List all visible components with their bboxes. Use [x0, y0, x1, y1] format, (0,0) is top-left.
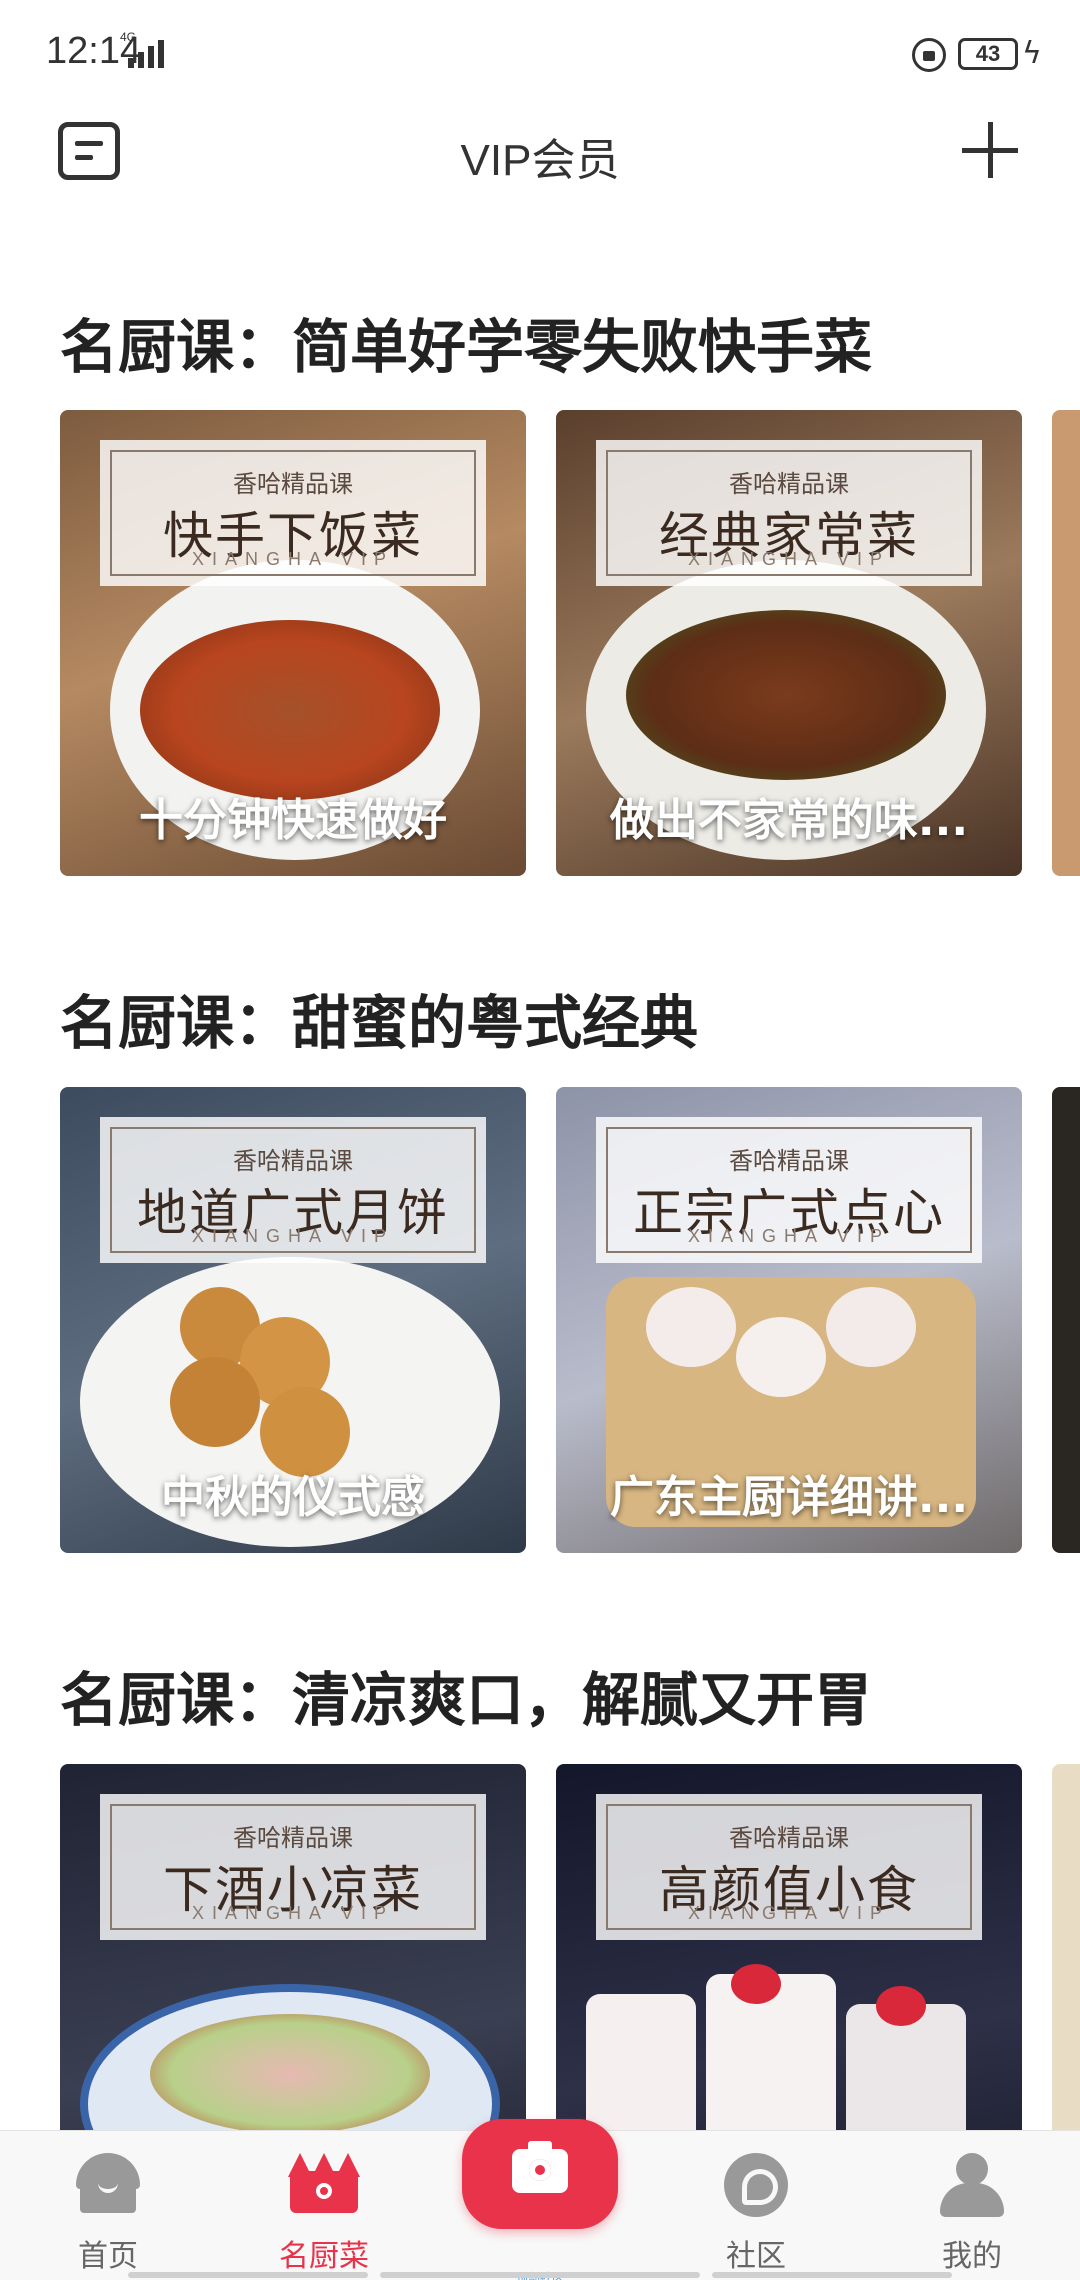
nav-item-famous-chef[interactable]: 名厨菜 [244, 2131, 404, 2280]
camera-icon [512, 2141, 568, 2193]
card-badge: 香哈精品课 [233, 1824, 353, 1852]
card-brand: XIANGHA VIP [191, 1226, 395, 1246]
crown-icon [288, 2153, 360, 2213]
rotation-lock-icon [912, 38, 946, 72]
card-badge: 香哈精品课 [233, 1147, 353, 1175]
nav-divider [380, 2272, 700, 2278]
course-row[interactable]: 香哈精品课 下酒小凉菜 XIANGHA VIP 香哈精品课 高颜值小食 XIAN… [60, 1764, 1080, 2130]
card-caption: 十分钟快速做好 [139, 795, 447, 846]
card-food [626, 610, 946, 780]
card-badge: 香哈精品课 [729, 470, 849, 498]
nav-divider [128, 2272, 368, 2278]
course-card[interactable]: 香哈精品课 地道广式月饼 XIANGHA VIP 中秋的仪式感 [60, 1087, 526, 1553]
signal-icon: 4G [120, 30, 164, 68]
card-badge: 香哈精品课 [729, 1824, 849, 1852]
bottom-nav: 首页 名厨菜 顶部社区 社区 我的 [0, 2119, 1080, 2280]
nav-item-community[interactable]: 社区 [676, 2131, 836, 2280]
card-food [646, 1287, 736, 1367]
course-card[interactable]: 香哈精品课 经典家常菜 XIANGHA VIP 做出不家常的味... [556, 410, 1022, 876]
network-type: 4G [120, 30, 137, 44]
card-brand: XIANGHA VIP [687, 549, 891, 569]
section-title: 名厨课：简单好学零失败快手菜 [60, 313, 873, 381]
card-label: 香哈精品课 高颜值小食 XIANGHA VIP [596, 1794, 982, 1940]
course-row[interactable]: 香哈精品课 地道广式月饼 XIANGHA VIP 中秋的仪式感 香哈精品课 正宗… [60, 1087, 1080, 1553]
course-card-peek[interactable] [1052, 1087, 1080, 1553]
course-card[interactable]: 香哈精品课 正宗广式点心 XIANGHA VIP 广东主厨详细讲... [556, 1087, 1022, 1553]
card-caption: 做出不家常的味... [609, 795, 969, 846]
card-brand: XIANGHA VIP [191, 549, 395, 569]
card-badge: 香哈精品课 [729, 1147, 849, 1175]
status-bar: 12:14 4G 43 ϟ [0, 0, 1080, 100]
course-card[interactable]: 香哈精品课 下酒小凉菜 XIANGHA VIP [60, 1764, 526, 2130]
profile-icon [940, 2153, 1004, 2217]
card-label: 香哈精品课 正宗广式点心 XIANGHA VIP [596, 1117, 982, 1263]
course-card[interactable]: 香哈精品课 高颜值小食 XIANGHA VIP [556, 1764, 1022, 2130]
card-label: 香哈精品课 快手下饭菜 XIANGHA VIP [100, 440, 486, 586]
community-icon [724, 2153, 788, 2217]
nav-label: 首页 [78, 2239, 138, 2274]
card-food [736, 1317, 826, 1397]
nav-item-me[interactable]: 我的 [892, 2131, 1052, 2280]
card-brand: XIANGHA VIP [687, 1226, 891, 1246]
course-card[interactable]: 香哈精品课 快手下饭菜 XIANGHA VIP 十分钟快速做好 [60, 410, 526, 876]
camera-button[interactable] [462, 2119, 618, 2229]
charging-icon: ϟ [1022, 36, 1042, 71]
nav-label: 名厨菜 [279, 2239, 369, 2274]
battery-icon: 43 [958, 38, 1018, 70]
card-strawberry [876, 1986, 926, 2026]
section-title: 名厨课：甜蜜的粤式经典 [60, 989, 699, 1057]
card-badge: 香哈精品课 [233, 470, 353, 498]
home-icon [76, 2153, 140, 2213]
add-icon[interactable] [960, 120, 1020, 180]
card-caption: 中秋的仪式感 [161, 1472, 425, 1523]
card-brand: XIANGHA VIP [191, 1903, 395, 1923]
nav-label: 社区 [726, 2239, 786, 2274]
card-label: 香哈精品课 经典家常菜 XIANGHA VIP [596, 440, 982, 586]
card-food [150, 2014, 430, 2130]
nav-label: 我的 [942, 2239, 1002, 2274]
page-title: VIP会员 [460, 136, 620, 185]
course-card-peek[interactable] [1052, 1764, 1080, 2130]
card-food [170, 1357, 260, 1447]
card-food [586, 1994, 696, 2130]
battery-level: 43 [975, 41, 1001, 66]
card-label: 香哈精品课 地道广式月饼 XIANGHA VIP [100, 1117, 486, 1263]
section-title: 名厨课：清凉爽口，解腻又开胃 [60, 1666, 873, 1734]
card-strawberry [731, 1964, 781, 2004]
app-header: VIP会员 [0, 100, 1080, 210]
card-label: 香哈精品课 下酒小凉菜 XIANGHA VIP [100, 1794, 486, 1940]
course-row[interactable]: 香哈精品课 快手下饭菜 XIANGHA VIP 十分钟快速做好 香哈精品课 经典… [60, 410, 1080, 876]
card-caption: 广东主厨详细讲... [609, 1472, 969, 1523]
card-brand: XIANGHA VIP [687, 1903, 891, 1923]
nav-divider [712, 2272, 952, 2278]
course-card-peek[interactable] [1052, 410, 1080, 876]
nav-item-home[interactable]: 首页 [28, 2131, 188, 2280]
card-food [826, 1287, 916, 1367]
card-food [140, 620, 440, 800]
